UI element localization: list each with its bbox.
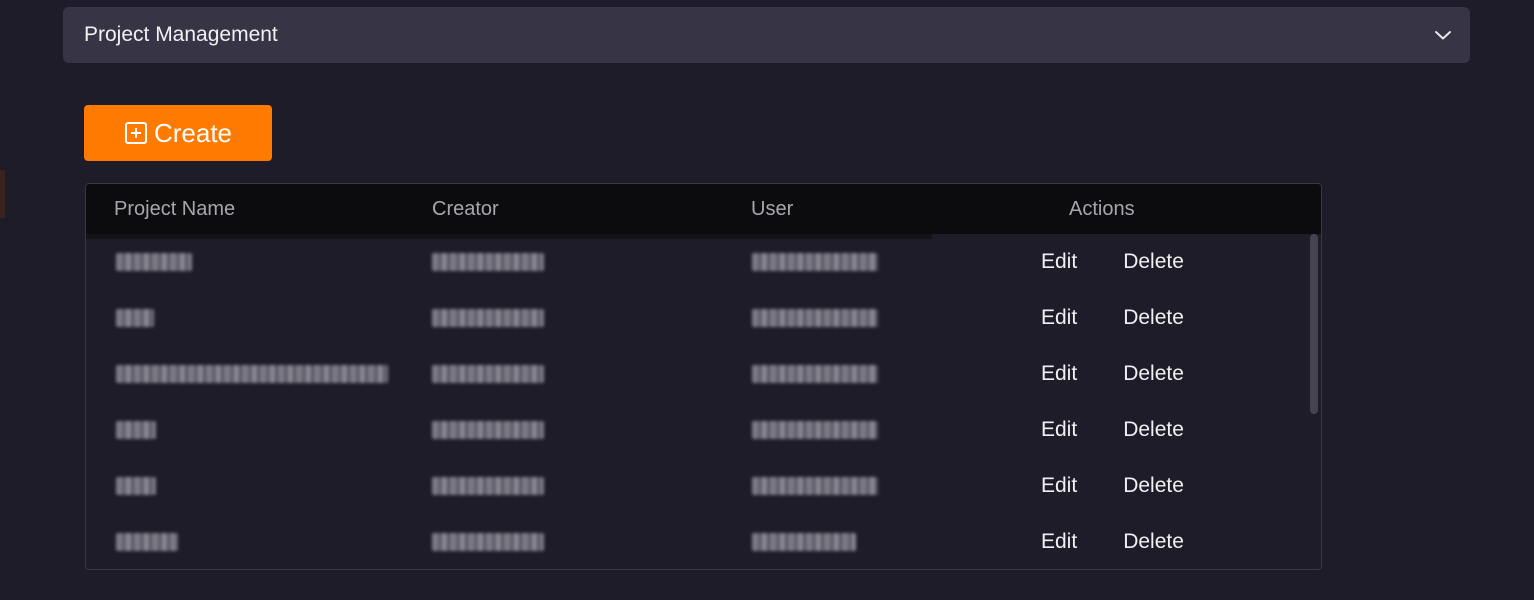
user-cell	[752, 365, 878, 384]
user-cell	[752, 421, 878, 440]
column-header-project-name[interactable]: Project Name	[86, 198, 404, 221]
creator-cell	[432, 421, 544, 440]
project-name-cell	[116, 253, 192, 272]
projects-table: Project Name Creator User Actions Edit D…	[85, 183, 1322, 570]
left-edge-accent	[0, 170, 5, 218]
create-button[interactable]: Create	[84, 105, 272, 161]
project-name-cell	[116, 477, 156, 496]
table-body: Edit Delete Edit Delete Edit Delete Edit…	[86, 234, 1321, 569]
delete-button[interactable]: Delete	[1123, 362, 1184, 386]
table-row: Edit Delete	[86, 346, 1321, 402]
delete-button[interactable]: Delete	[1123, 306, 1184, 330]
table-row: Edit Delete	[86, 458, 1321, 514]
column-header-user[interactable]: User	[723, 198, 1041, 221]
edit-button[interactable]: Edit	[1041, 250, 1077, 274]
plus-square-icon	[124, 121, 148, 145]
table-row: Edit Delete	[86, 290, 1321, 346]
creator-cell	[432, 533, 544, 552]
user-cell	[752, 253, 878, 272]
creator-cell	[432, 309, 544, 328]
user-cell	[752, 533, 856, 552]
project-name-cell	[116, 309, 154, 328]
edit-button[interactable]: Edit	[1041, 306, 1077, 330]
delete-button[interactable]: Delete	[1123, 250, 1184, 274]
creator-cell	[432, 477, 544, 496]
creator-cell	[432, 365, 544, 384]
user-cell	[752, 309, 878, 328]
delete-button[interactable]: Delete	[1123, 474, 1184, 498]
edit-button[interactable]: Edit	[1041, 362, 1077, 386]
project-name-cell	[116, 421, 156, 440]
delete-button[interactable]: Delete	[1123, 530, 1184, 554]
column-header-creator[interactable]: Creator	[404, 198, 723, 221]
chevron-down-icon[interactable]	[1432, 24, 1454, 46]
table-row: Edit Delete	[86, 514, 1321, 569]
table-row: Edit Delete	[86, 234, 1321, 290]
accordion-title: Project Management	[84, 23, 278, 46]
table-header: Project Name Creator User Actions	[86, 184, 1321, 234]
creator-cell	[432, 253, 544, 272]
user-cell	[752, 477, 878, 496]
table-row: Edit Delete	[86, 402, 1321, 458]
table-scrollbar[interactable]	[1310, 234, 1318, 414]
edit-button[interactable]: Edit	[1041, 530, 1077, 554]
edit-button[interactable]: Edit	[1041, 474, 1077, 498]
edit-button[interactable]: Edit	[1041, 418, 1077, 442]
project-name-cell	[116, 365, 388, 384]
column-header-actions: Actions	[1069, 197, 1135, 220]
create-button-label: Create	[153, 117, 233, 148]
project-name-cell	[116, 533, 178, 552]
project-management-accordion[interactable]: Project Management	[63, 7, 1470, 63]
delete-button[interactable]: Delete	[1123, 418, 1184, 442]
